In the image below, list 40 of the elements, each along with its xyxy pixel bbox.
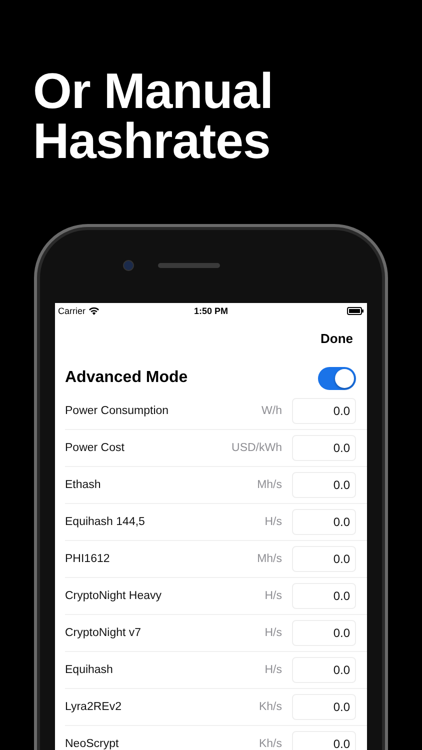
- unit-label: W/h: [262, 405, 282, 417]
- battery-icon: [347, 307, 364, 315]
- unit-label: USD/kWh: [232, 442, 282, 454]
- row-label: CryptoNight v7: [65, 627, 142, 639]
- advanced-mode-switch[interactable]: [318, 366, 356, 390]
- value-field[interactable]: 0.0: [292, 472, 356, 498]
- unit-label: Kh/s: [258, 738, 282, 750]
- unit-label: Kh/s: [258, 701, 282, 713]
- row-label: PHI1612: [65, 553, 111, 565]
- wifi-icon: [88, 307, 99, 315]
- value-field[interactable]: 0.0: [292, 583, 356, 609]
- value-field[interactable]: 0.0: [292, 694, 356, 720]
- speaker-grille: [158, 262, 220, 268]
- unit-label: H/s: [264, 516, 282, 528]
- value-field[interactable]: 0.0: [292, 546, 356, 572]
- value-field[interactable]: 0.0: [292, 657, 356, 683]
- row-label: NeoScrypt: [65, 738, 120, 750]
- unit-label: H/s: [264, 627, 282, 639]
- unit-label: Mh/s: [257, 479, 282, 491]
- row-label: Power Consumption: [65, 405, 170, 417]
- row-label: Equihash: [65, 664, 114, 676]
- value-field[interactable]: 0.0: [292, 620, 356, 646]
- row-label: Ethash: [65, 479, 102, 491]
- value-field[interactable]: 0.0: [292, 435, 356, 461]
- camera-icon: [122, 260, 134, 270]
- headline: Or Manual Hashrates: [32, 62, 274, 166]
- value-field[interactable]: 0.0: [292, 731, 356, 750]
- carrier-label: Carrier: [58, 306, 86, 316]
- unit-label: H/s: [264, 590, 282, 602]
- status-time: 1:50 PM: [194, 306, 228, 316]
- unit-label: Mh/s: [257, 553, 282, 565]
- row-label: Lyra2REv2: [65, 701, 122, 713]
- value-field[interactable]: 0.0: [292, 509, 356, 535]
- row-label: CryptoNight Heavy: [65, 590, 163, 602]
- value-field[interactable]: 0.0: [292, 398, 356, 424]
- done-button[interactable]: Done: [320, 326, 353, 350]
- unit-label: H/s: [264, 664, 282, 676]
- row-label: Equihash 144,5: [65, 516, 146, 528]
- advanced-mode-label: Advanced Mode: [65, 369, 188, 387]
- row-label: Power Cost: [65, 442, 126, 454]
